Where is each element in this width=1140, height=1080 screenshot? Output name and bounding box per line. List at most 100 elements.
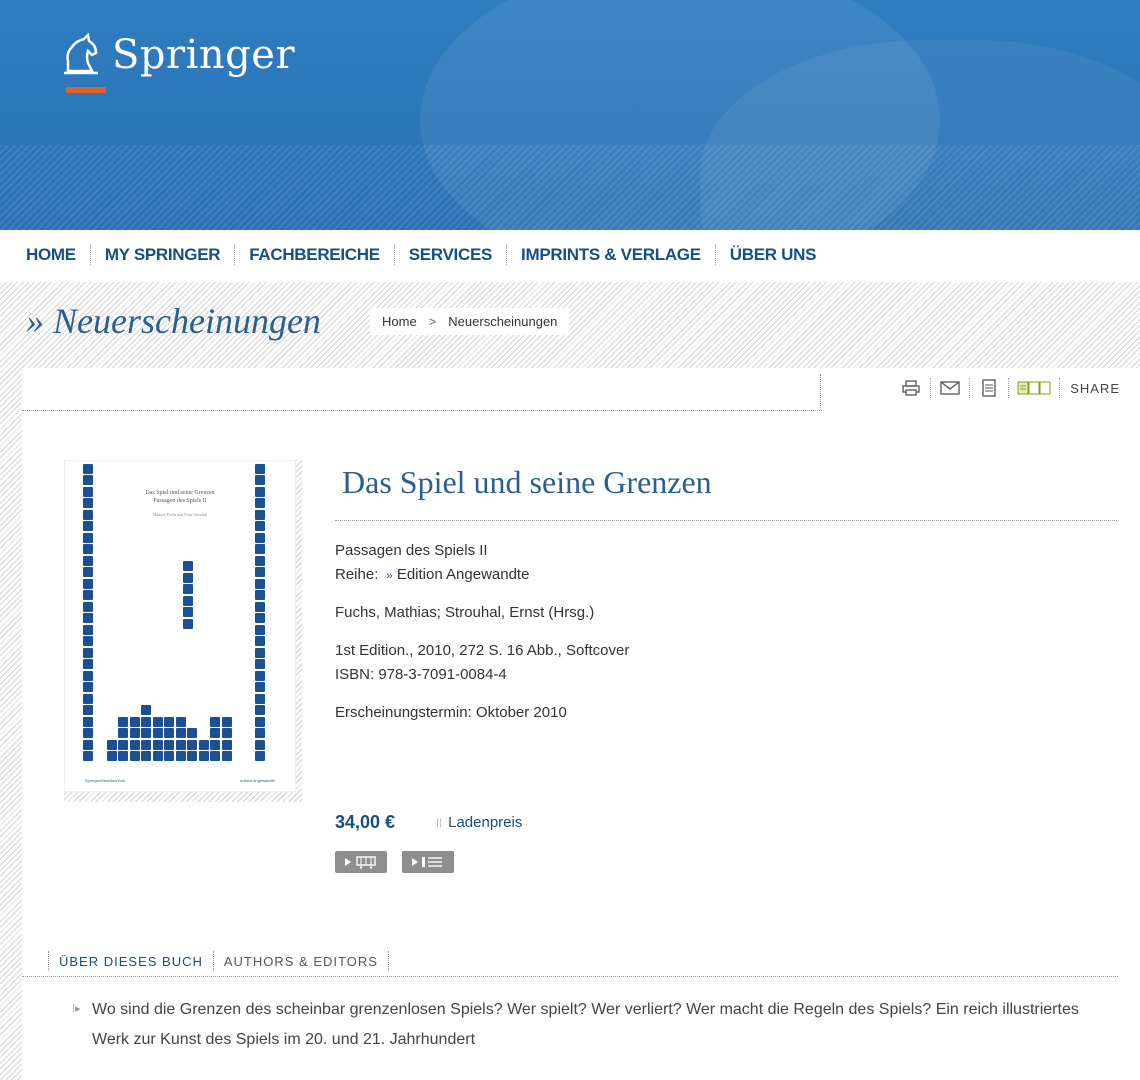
book-subtitle: Passagen des Spiels II	[335, 542, 488, 559]
book-title: Das Spiel und seine Grenzen	[342, 464, 712, 500]
cover-square	[118, 751, 128, 761]
cover-square	[255, 521, 265, 531]
nav-imprints[interactable]: IMPRINTS & VERLAGE	[521, 245, 701, 265]
nav-separator	[506, 245, 508, 265]
cover-square	[164, 716, 174, 727]
add-to-list-button[interactable]	[402, 851, 454, 873]
cover-square	[83, 659, 93, 669]
cover-square	[118, 716, 128, 727]
main-nav: HOME MY SPRINGER FACHBEREICHE SERVICES I…	[26, 242, 816, 268]
cover-square	[83, 601, 93, 612]
cover-square	[183, 572, 193, 583]
book-authors: Fuchs, Mathias; Strouhal, Ernst (Hrsg.)	[335, 604, 595, 621]
cover-square	[255, 682, 265, 692]
cover-square	[83, 509, 93, 520]
cover-title-line: Das Spiel und seine Grenzen	[145, 490, 215, 496]
tab-ueber-dieses-buch[interactable]: ÜBER DIESES BUCH	[49, 954, 213, 969]
cover-square	[83, 705, 93, 715]
cover-square	[255, 578, 265, 589]
cover-square	[183, 584, 193, 594]
tab-separator	[387, 951, 389, 971]
cover-square	[83, 682, 93, 692]
horse-logo-icon	[64, 33, 98, 75]
mail-icon[interactable]	[937, 378, 963, 398]
add-to-cart-button[interactable]	[335, 851, 387, 873]
cover-square	[175, 751, 186, 761]
cover-square	[164, 728, 174, 738]
toolbar-divider	[22, 410, 822, 411]
cover-square	[83, 578, 93, 589]
book-edition: 1st Edition., 2010, 272 S. 16 Abb., Soft…	[335, 642, 630, 659]
cover-square	[129, 739, 140, 750]
cover-square	[255, 751, 265, 761]
title-divider	[335, 520, 1117, 521]
toolbar-divider	[820, 374, 821, 410]
price-note-label: Ladenpreis	[448, 814, 523, 831]
cover-square	[255, 590, 265, 600]
breadcrumb-home[interactable]: Home	[382, 314, 417, 329]
series-marker: »	[386, 570, 393, 582]
toolbar-separator	[930, 378, 932, 398]
cover-square	[83, 636, 93, 646]
cover-square	[83, 555, 93, 566]
nav-home[interactable]: HOME	[26, 245, 76, 265]
banner-stripes	[0, 145, 1140, 230]
cover-square	[152, 751, 163, 761]
cover-square	[255, 659, 265, 669]
document-icon[interactable]	[976, 378, 1002, 398]
cover-square	[152, 716, 163, 727]
cover-square	[255, 532, 265, 543]
cover-square	[255, 705, 265, 715]
cover-square	[83, 532, 93, 543]
series-link[interactable]: Edition Angewandte	[397, 566, 530, 583]
toolbar: SHARE	[898, 376, 1120, 400]
cover-square	[183, 607, 193, 617]
price-note[interactable]: ⁞⁞ Ladenpreis	[436, 814, 522, 831]
cover-square	[210, 716, 220, 727]
cover-square	[210, 751, 220, 761]
breadcrumb-separator: >	[428, 314, 437, 329]
cover-square	[141, 705, 151, 715]
print-icon[interactable]	[898, 378, 924, 398]
cover-square	[141, 728, 151, 738]
nav-ueber-uns[interactable]: ÜBER UNS	[730, 245, 817, 265]
book-release: Erscheinungstermin: Oktober 2010	[335, 704, 567, 721]
cover-square	[255, 544, 265, 554]
cover-square	[129, 716, 140, 727]
cover-square	[183, 561, 193, 571]
compare-icon[interactable]	[1015, 378, 1053, 398]
book-cover[interactable]: Das Spiel und seine Grenzen Passagen des…	[64, 460, 296, 792]
cover-square	[141, 751, 151, 761]
cover-square	[221, 739, 232, 750]
cover-square	[210, 728, 220, 738]
springer-logo[interactable]: Springer	[58, 32, 295, 78]
breadcrumb: Home > Neuerscheinungen	[370, 308, 570, 335]
cover-square	[83, 567, 93, 577]
tab-authors-editors[interactable]: AUTHORS & EDITORS	[214, 954, 388, 969]
cover-square	[255, 463, 265, 474]
price-info-icon: ⁞⁞	[436, 818, 443, 830]
cover-square	[118, 739, 128, 750]
cover-square	[210, 739, 220, 750]
cover-square	[175, 739, 186, 750]
cover-square	[175, 728, 186, 738]
cover-square	[183, 595, 193, 606]
nav-my-springer[interactable]: MY SPRINGER	[105, 245, 221, 265]
book-description: Wo sind die Grenzen des scheinbar grenze…	[92, 1001, 1079, 1048]
cover-square	[83, 486, 93, 497]
nav-separator	[234, 245, 236, 265]
cover-square	[255, 567, 265, 577]
cover-square	[255, 624, 265, 635]
toolbar-separator	[1059, 378, 1061, 398]
cover-square	[83, 590, 93, 600]
cover-square	[83, 475, 93, 485]
share-link[interactable]: SHARE	[1070, 381, 1120, 396]
book-isbn: ISBN: 978-3-7091-0084-4	[335, 666, 507, 683]
nav-services[interactable]: SERVICES	[409, 245, 493, 265]
toolbar-separator	[1008, 378, 1010, 398]
cover-square	[255, 739, 265, 750]
cover-square	[141, 739, 151, 750]
toolbar-separator	[969, 378, 971, 398]
nav-fachbereiche[interactable]: FACHBEREICHE	[249, 245, 380, 265]
cover-square	[141, 716, 151, 727]
